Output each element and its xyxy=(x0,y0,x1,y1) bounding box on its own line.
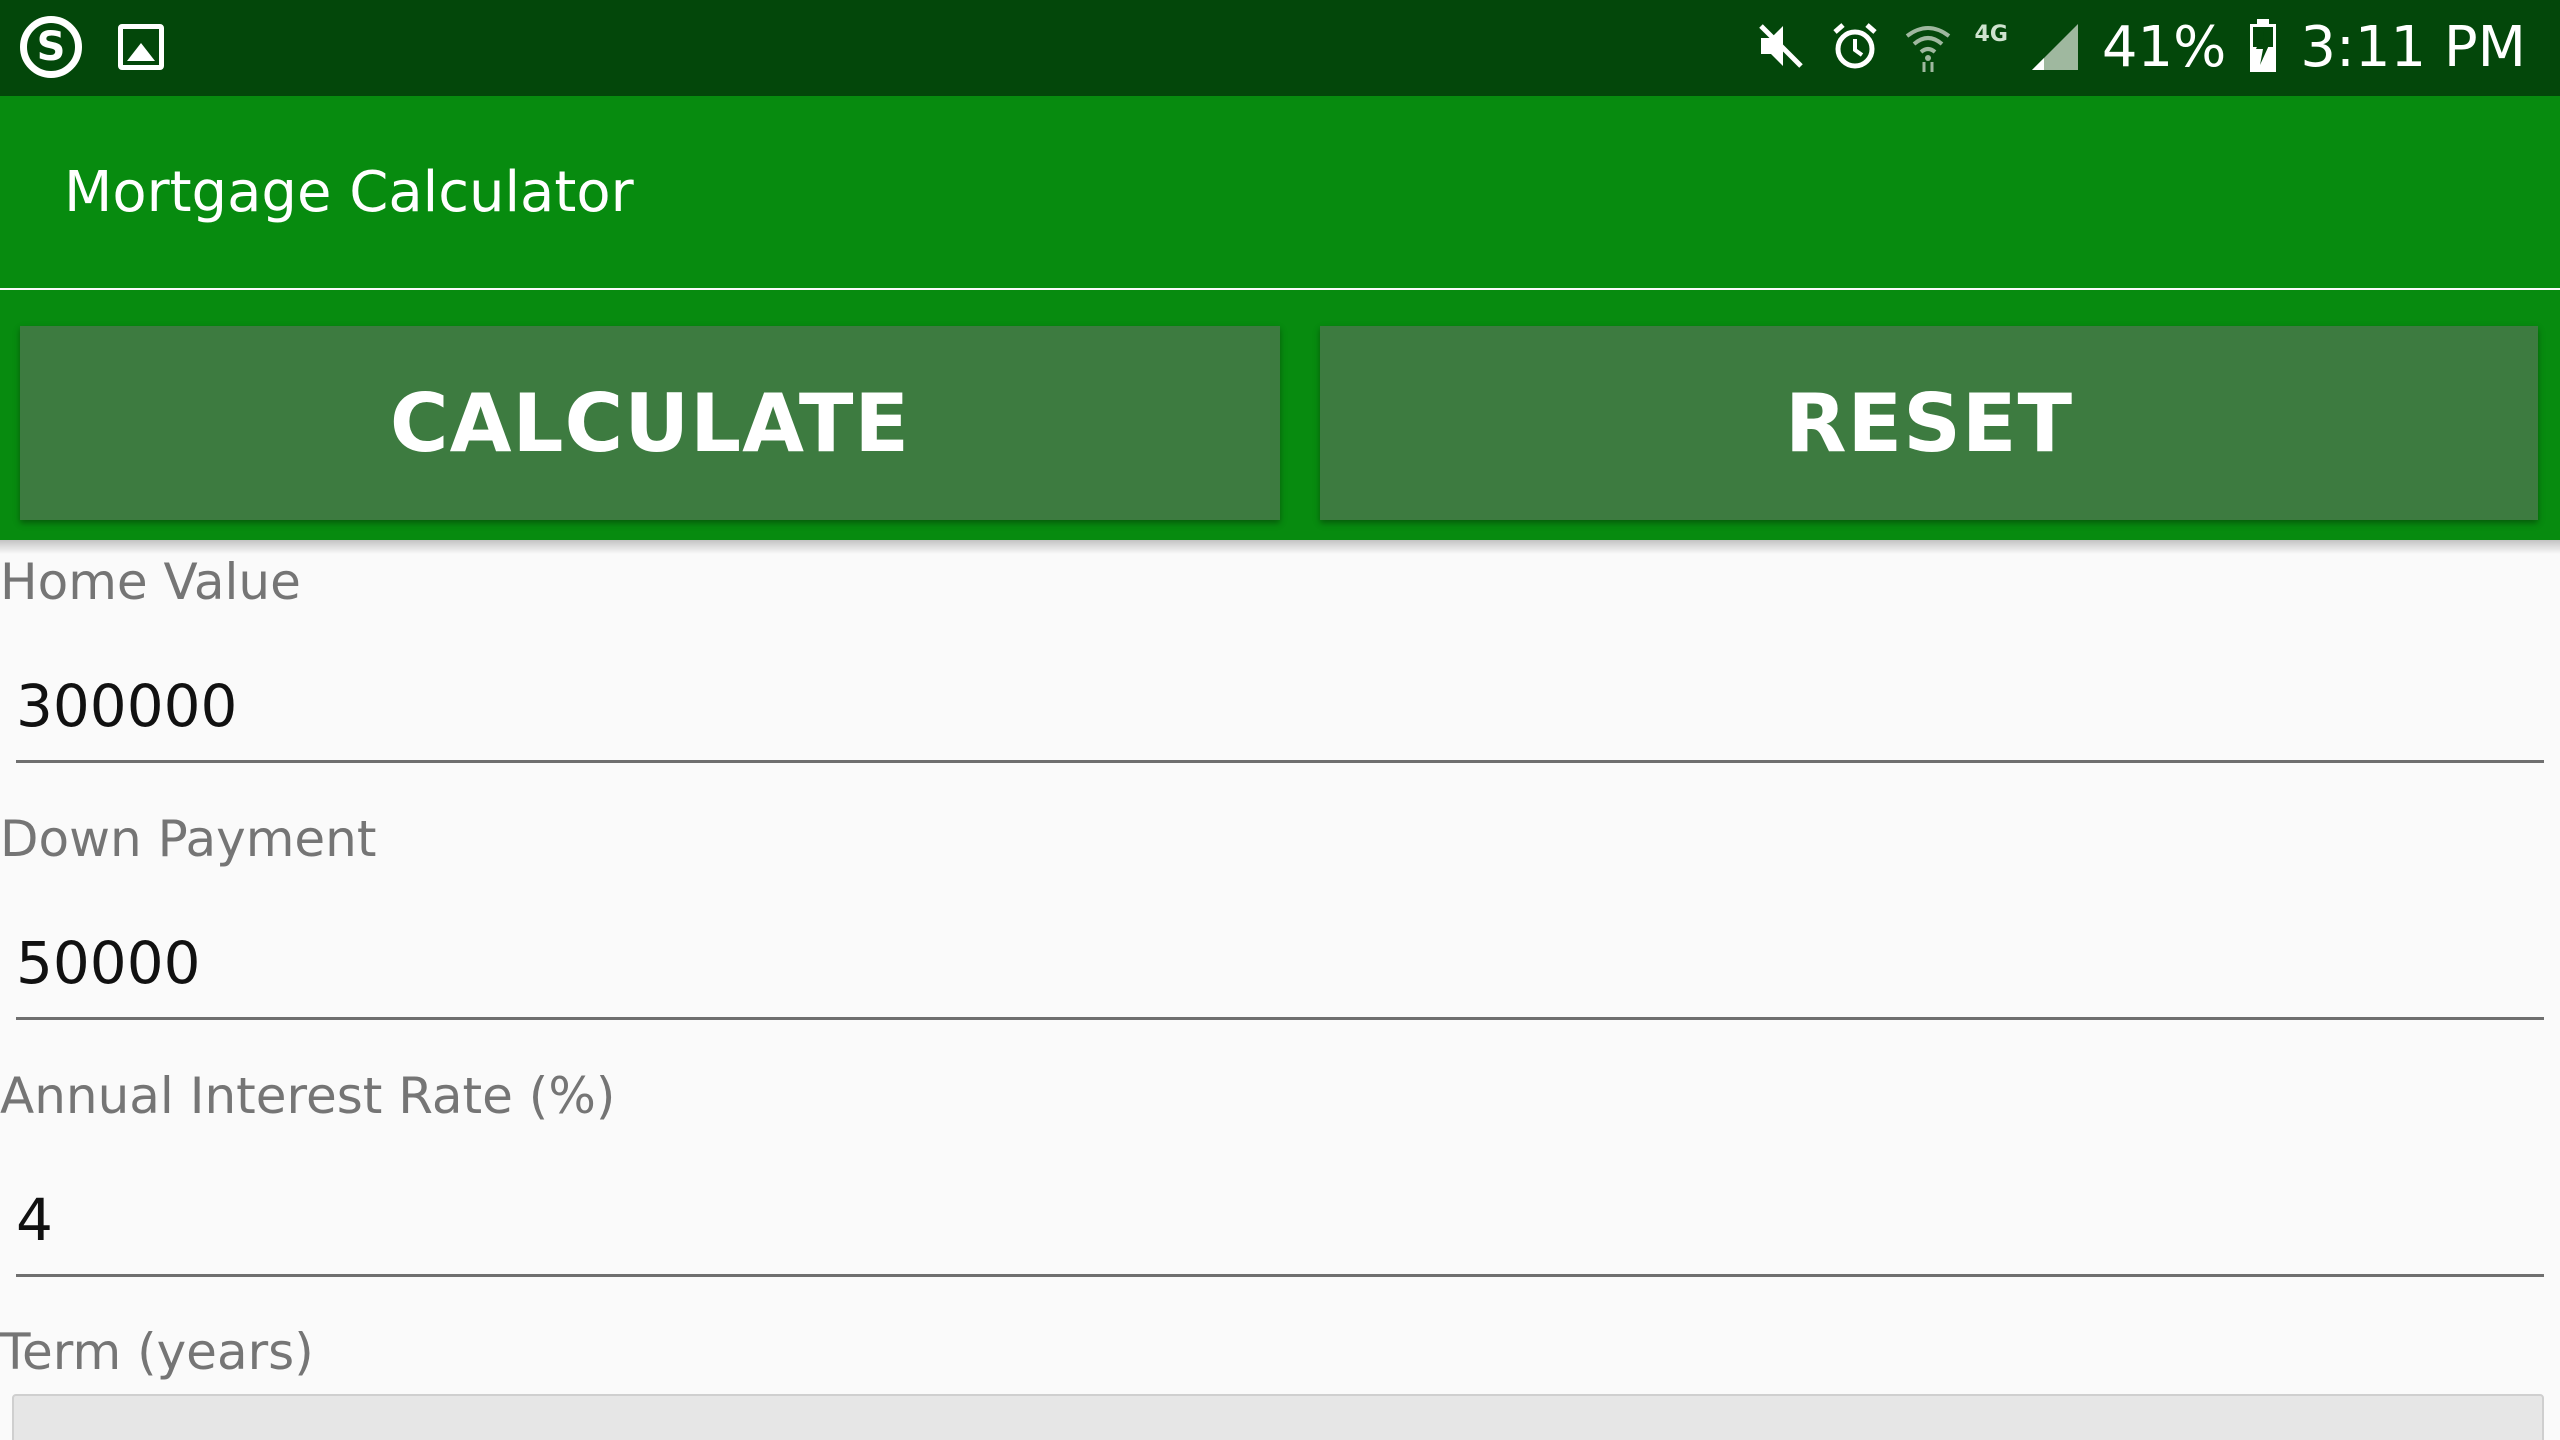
app-bar: Mortgage Calculator xyxy=(0,96,2560,288)
action-bar: CALCULATE RESET xyxy=(0,290,2560,540)
skype-icon: S xyxy=(20,16,82,78)
interest-rate-input[interactable] xyxy=(16,1180,2544,1260)
battery-charging-icon xyxy=(2248,19,2278,77)
network-type: 4G xyxy=(1974,22,2008,47)
interest-rate-label: Annual Interest Rate (%) xyxy=(0,1067,616,1125)
alarm-icon xyxy=(1829,20,1881,76)
app-title: Mortgage Calculator xyxy=(64,160,634,225)
home-value-underline xyxy=(16,760,2544,763)
down-payment-label: Down Payment xyxy=(0,810,377,868)
notification-icons: S xyxy=(20,16,164,78)
down-payment-input[interactable] xyxy=(16,923,2544,1003)
gallery-icon xyxy=(118,24,164,70)
term-spinner[interactable] xyxy=(12,1394,2544,1440)
interest-rate-underline xyxy=(16,1274,2544,1277)
app-screen: S 4G 41% 3:11 PM Mortgage Calculator CAL… xyxy=(0,0,2560,1440)
skype-glyph: S xyxy=(36,24,66,70)
calculate-button[interactable]: CALCULATE xyxy=(20,326,1280,520)
home-value-label: Home Value xyxy=(0,553,301,611)
status-bar: S 4G 41% 3:11 PM xyxy=(0,0,2560,96)
action-bar-shadow xyxy=(0,540,2560,554)
home-value-input[interactable] xyxy=(16,666,2544,746)
clock: 3:11 PM xyxy=(2300,15,2526,80)
system-icons: 4G 41% 3:11 PM xyxy=(1755,14,2526,82)
term-label: Term (years) xyxy=(0,1323,314,1381)
battery-percent: 41% xyxy=(2101,15,2227,80)
wifi-icon xyxy=(1903,20,1953,76)
signal-icon xyxy=(2030,20,2080,76)
mute-icon xyxy=(1755,20,1807,76)
down-payment-underline xyxy=(16,1017,2544,1020)
reset-button[interactable]: RESET xyxy=(1320,326,2538,520)
